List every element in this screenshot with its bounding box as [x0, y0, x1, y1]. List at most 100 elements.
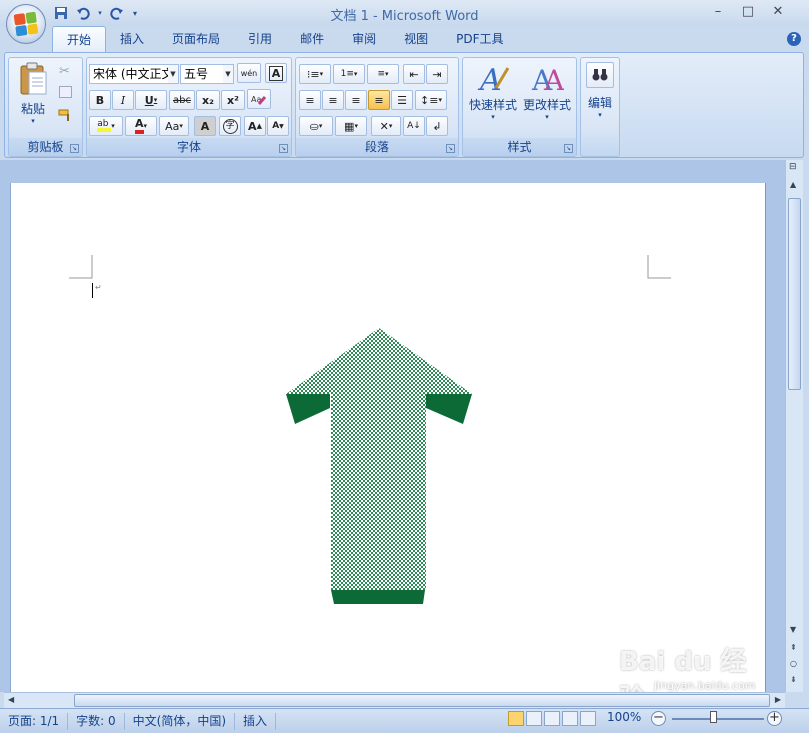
scroll-up-icon[interactable]: ▲	[790, 180, 796, 189]
decrease-indent-icon[interactable]: ⇤	[403, 64, 425, 84]
highlight-button[interactable]: ab ▾	[89, 116, 123, 136]
scroll-right-icon[interactable]: ▶	[775, 695, 781, 704]
language-indicator[interactable]: 中文(简体，中国)	[125, 712, 236, 730]
chevron-down-icon[interactable]: ▼	[168, 65, 178, 83]
paragraph-launcher-icon[interactable]: ↘	[446, 144, 455, 153]
insert-mode-indicator[interactable]: 插入	[235, 712, 277, 730]
char-border-label: A	[268, 65, 284, 81]
zoom-level[interactable]: 100%	[607, 710, 641, 724]
font-name-combo[interactable]: 宋体 (中文正文 ▼	[89, 64, 179, 84]
multilevel-list-button[interactable]: ≡ ▾	[367, 64, 399, 84]
svg-text:A: A	[477, 63, 502, 96]
office-button[interactable]	[6, 4, 46, 44]
font-color-button[interactable]: A ▾	[125, 116, 157, 136]
phonetic-guide-label: wén	[240, 68, 258, 78]
clipboard-launcher-icon[interactable]: ↘	[70, 144, 79, 153]
horizontal-scrollbar[interactable]: ◀ ▶	[4, 692, 785, 708]
tab-insert[interactable]: 插入	[106, 26, 158, 52]
editing-button[interactable]: 编辑 ▾	[583, 62, 617, 119]
bold-button[interactable]: B	[89, 90, 111, 110]
char-border-button[interactable]: A	[265, 63, 287, 83]
borders-button[interactable]: ▦ ▾	[335, 116, 367, 136]
tab-references[interactable]: 引用	[234, 26, 286, 52]
superscript-button[interactable]: x²	[221, 90, 245, 110]
bullets-button[interactable]: ⁝≡ ▾	[299, 64, 331, 84]
editing-group: 编辑 ▾	[580, 57, 620, 157]
clipboard-group: 粘贴 ▾ ✂ 剪贴板 ↘	[8, 57, 83, 157]
up-arrow-shape[interactable]	[283, 328, 475, 608]
web-layout-icon[interactable]	[544, 711, 560, 726]
close-button[interactable]: ✕	[763, 2, 793, 22]
zoom-slider[interactable]	[672, 718, 764, 720]
vertical-scrollbar[interactable]: ⊟ ▲ ▼ ⇞ ○ ⇟	[785, 160, 803, 692]
underline-button[interactable]: U ▾	[135, 90, 167, 110]
ruler-toggle-icon[interactable]: ⊟	[789, 162, 797, 172]
paragraph-group-label: 段落	[296, 138, 458, 156]
align-right-icon[interactable]: ≡	[345, 90, 367, 110]
strikethrough-button[interactable]: abc	[169, 90, 195, 110]
zoom-in-icon[interactable]: +	[767, 711, 782, 726]
tab-view[interactable]: 视图	[390, 26, 442, 52]
zoom-out-icon[interactable]: −	[651, 711, 666, 726]
horizontal-scroll-thumb[interactable]	[74, 694, 770, 707]
numbering-button[interactable]: 1≡ ▾	[333, 64, 365, 84]
shading-button[interactable]: ⛀ ▾	[299, 116, 333, 136]
minimize-button[interactable]: –	[703, 2, 733, 22]
next-page-icon[interactable]: ⇟	[790, 675, 797, 684]
tab-mailings[interactable]: 邮件	[286, 26, 338, 52]
chevron-down-icon[interactable]: ▼	[223, 65, 233, 83]
change-case-button[interactable]: Aa ▾	[159, 116, 189, 136]
font-launcher-icon[interactable]: ↘	[279, 144, 288, 153]
document-page[interactable]: ↵ Bai du 经验 jingyan.baidu.com	[10, 183, 766, 714]
full-screen-reading-icon[interactable]	[526, 711, 542, 726]
align-left-icon[interactable]: ≡	[299, 90, 321, 110]
scroll-down-icon[interactable]: ▼	[790, 625, 796, 634]
tab-page-layout[interactable]: 页面布局	[158, 26, 234, 52]
styles-launcher-icon[interactable]: ↘	[564, 144, 573, 153]
change-styles-button[interactable]: A A 更改样式 ▾	[520, 62, 574, 121]
draft-view-icon[interactable]	[580, 711, 596, 726]
scroll-left-icon[interactable]: ◀	[8, 695, 14, 704]
print-layout-icon[interactable]	[508, 711, 524, 726]
subscript-button[interactable]: x₂	[196, 90, 220, 110]
distributed-icon[interactable]: ☰	[391, 90, 413, 110]
phonetic-guide-button[interactable]: wén	[237, 63, 261, 83]
clear-formatting-icon[interactable]: Aa	[247, 89, 271, 109]
page-count[interactable]: 页面: 1/1	[0, 712, 69, 730]
word-count[interactable]: 字数: 0	[68, 712, 125, 730]
font-size-combo[interactable]: 五号 ▼	[180, 64, 234, 84]
tab-home[interactable]: 开始	[52, 26, 107, 52]
zoom-slider-thumb[interactable]	[710, 711, 717, 723]
line-spacing-button[interactable]: ↕≡ ▾	[415, 90, 447, 110]
binoculars-icon	[586, 62, 614, 88]
enclose-chars-button[interactable]: 字	[219, 116, 241, 136]
sort-icon[interactable]: A↓	[403, 116, 425, 136]
shrink-font-button[interactable]: A ▼	[267, 116, 289, 136]
margin-corner-mark	[69, 255, 93, 279]
italic-button[interactable]: I	[112, 90, 134, 110]
tab-review[interactable]: 审阅	[338, 26, 390, 52]
chevron-down-icon: ▾	[388, 122, 393, 130]
help-icon[interactable]: ?	[787, 32, 801, 46]
svg-text:A: A	[543, 64, 564, 96]
justify-icon[interactable]: ≡	[368, 90, 390, 110]
font-group-label: 字体	[87, 138, 291, 156]
maximize-button[interactable]: □	[733, 2, 763, 22]
paste-button[interactable]: 粘贴 ▾	[15, 62, 51, 125]
char-shading-button[interactable]: A	[194, 116, 216, 136]
quick-styles-button[interactable]: A 快速样式 ▾	[466, 62, 520, 121]
tab-pdf-tools[interactable]: PDF工具	[442, 26, 517, 52]
browse-object-icon[interactable]: ○	[790, 659, 797, 668]
grow-font-button[interactable]: A ▲	[244, 116, 266, 136]
cut-icon[interactable]: ✂	[59, 64, 70, 79]
window-controls: – □ ✕	[703, 2, 793, 22]
copy-icon[interactable]	[59, 86, 72, 98]
increase-indent-icon[interactable]: ⇥	[426, 64, 448, 84]
format-painter-icon[interactable]	[58, 108, 74, 122]
previous-page-icon[interactable]: ⇞	[790, 643, 797, 652]
chinese-layout-button[interactable]: ✕ ▾	[371, 116, 401, 136]
show-marks-icon[interactable]: ↲	[426, 116, 448, 136]
align-center-icon[interactable]: ≡	[322, 90, 344, 110]
vertical-scroll-thumb[interactable]	[788, 198, 801, 390]
outline-view-icon[interactable]	[562, 711, 578, 726]
